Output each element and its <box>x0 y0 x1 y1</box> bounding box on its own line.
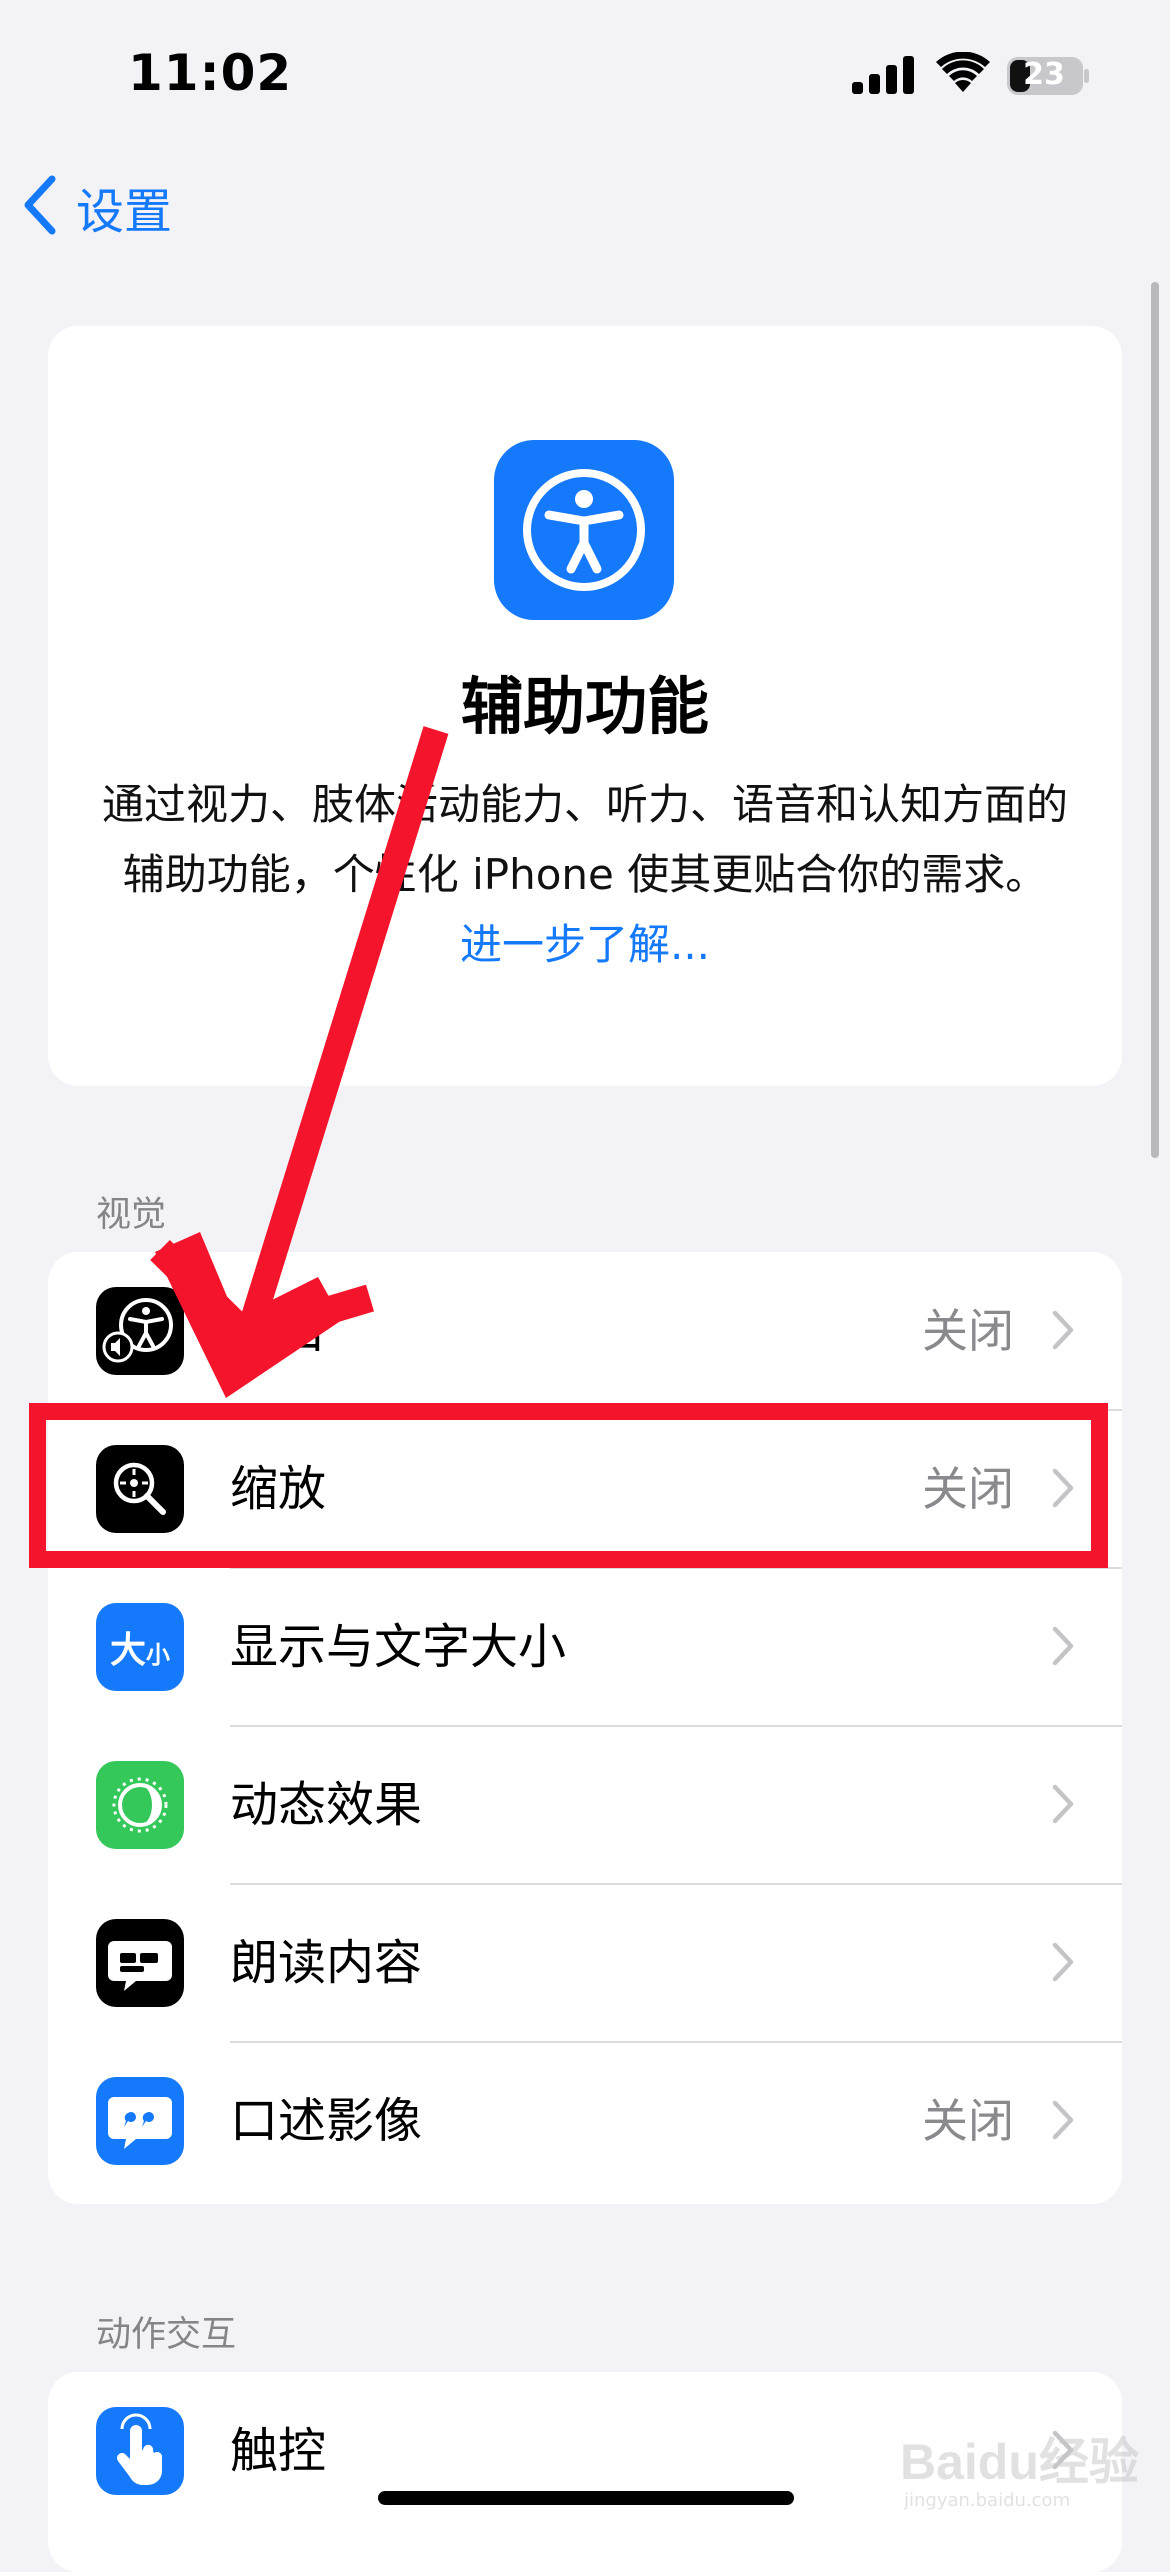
hero-description-text: 通过视力、肢体活动能力、听力、语音和认知方面的辅助功能，个性化 iPhone 使… <box>101 780 1068 899</box>
page-title: 辅助功能 <box>460 670 709 743</box>
row-label: 显示与文字大小 <box>230 1619 567 1675</box>
row-label: 口述影像 <box>230 2093 423 2149</box>
row-value: 关闭 <box>922 1304 1014 1358</box>
chevron-left-icon <box>22 175 58 239</box>
status-time: 11:02 <box>128 44 293 102</box>
baidu-watermark-logo: Baidu经验 jingyan.baidu.com <box>900 2400 1140 2520</box>
scroll-indicator[interactable] <box>1151 282 1159 1158</box>
row-display-text-size[interactable]: 大小 显示与文字大小 <box>48 1568 1122 1726</box>
row-label: 动态效果 <box>230 1777 423 1833</box>
watermark-site: jingyan.baidu.com <box>904 2490 1071 2511</box>
back-label: 设置 <box>76 184 173 240</box>
row-motion[interactable]: 动态效果 <box>48 1726 1122 1884</box>
row-label: 朗读内容 <box>230 1935 423 1991</box>
wifi-icon <box>936 51 990 98</box>
audio-descriptions-icon <box>96 2077 184 2165</box>
chevron-right-icon <box>1052 1626 1074 1670</box>
back-button[interactable]: 设置 <box>22 172 172 242</box>
voiceover-icon <box>96 1287 184 1375</box>
battery-level: 23 <box>1023 57 1065 92</box>
section-header-interaction: 动作交互 <box>96 2315 237 2355</box>
chevron-right-icon <box>1052 2100 1074 2144</box>
watermark-brand: Baidu经验 <box>900 2434 1139 2490</box>
status-bar: 11:02 23 <box>0 0 1170 150</box>
row-voiceover[interactable]: 旁白 关闭 <box>48 1252 1122 1410</box>
spoken-content-icon <box>96 1919 184 2007</box>
chevron-right-icon <box>1052 1942 1074 1986</box>
vision-settings-group: 旁白 关闭 缩放 关闭 大小 显示与文字大小 动态效果 朗读内容 口述影像 关闭 <box>48 1252 1122 2204</box>
motion-icon <box>96 1761 184 1849</box>
home-indicator[interactable] <box>378 2491 794 2505</box>
row-spoken-content[interactable]: 朗读内容 <box>48 1884 1122 2042</box>
row-value: 关闭 <box>922 2094 1014 2148</box>
row-label: 旁白 <box>230 1303 327 1359</box>
row-label: 触控 <box>230 2423 327 2479</box>
hero-description: 通过视力、肢体活动能力、听力、语音和认知方面的辅助功能，个性化 iPhone 使… <box>98 770 1072 980</box>
accessibility-hero-card: 辅助功能 通过视力、肢体活动能力、听力、语音和认知方面的辅助功能，个性化 iPh… <box>48 326 1122 1086</box>
touch-icon <box>96 2407 184 2495</box>
accessibility-icon <box>494 440 674 620</box>
chevron-right-icon <box>1052 1784 1074 1828</box>
annotation-highlight-box <box>29 1403 1108 1568</box>
cellular-signal-icon <box>852 56 916 98</box>
icon-glyph: 大 <box>109 1630 146 1671</box>
section-header-vision: 视觉 <box>96 1195 167 1235</box>
display-text-size-icon: 大小 <box>96 1603 184 1691</box>
learn-more-link[interactable]: 进一步了解... <box>460 920 710 969</box>
icon-glyph-small: 小 <box>146 1640 170 1669</box>
row-audio-descriptions[interactable]: 口述影像 关闭 <box>48 2042 1122 2200</box>
chevron-right-icon <box>1052 1310 1074 1354</box>
